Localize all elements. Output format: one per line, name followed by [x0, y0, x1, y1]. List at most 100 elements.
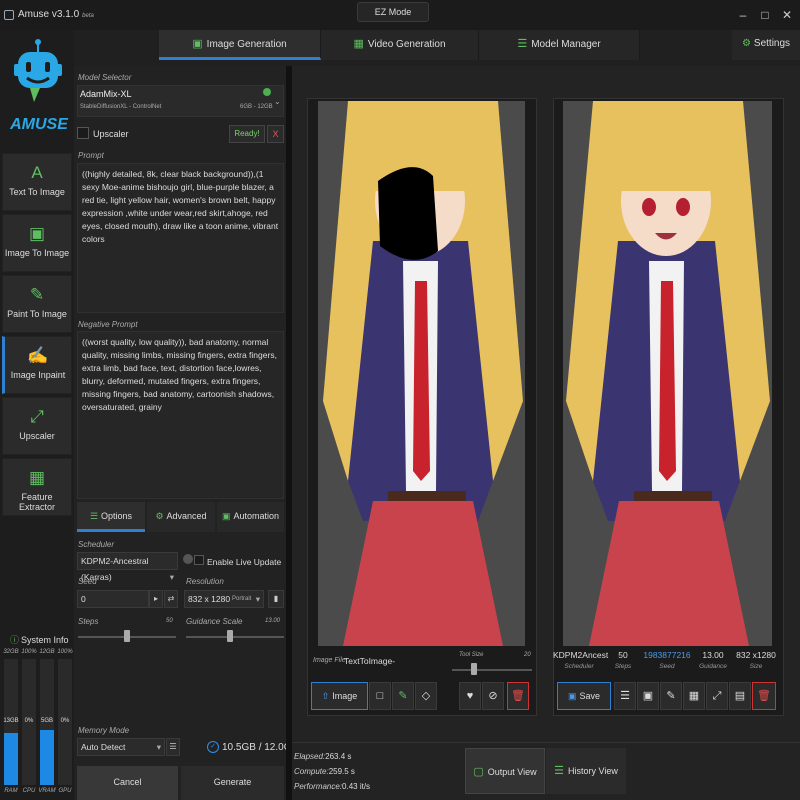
gears-icon: ⚙	[155, 511, 164, 521]
elapsed-stat: Elapsed:263.4 s	[294, 752, 352, 761]
seed-info[interactable]: 1983877216	[641, 650, 693, 660]
memory-mode-select[interactable]: Auto Detect ▾	[77, 738, 165, 756]
image-file-value: TextToImage-	[344, 656, 396, 666]
scheduler-select[interactable]: KDPM2-Ancestral (Karras) ▾	[77, 552, 178, 582]
eraser-icon[interactable]: ◇	[415, 682, 437, 710]
app-icon	[4, 10, 14, 20]
image-to-image-icon[interactable]: ▣	[637, 682, 659, 710]
tab-video-generation[interactable]: ▦ Video Generation	[321, 30, 479, 60]
live-update-checkbox[interactable]	[194, 555, 204, 565]
nav-paint-to-image[interactable]: ✎ Paint To Image	[2, 275, 72, 333]
nav-upscaler[interactable]: ⤢ Upscaler	[2, 397, 72, 455]
prompt-input[interactable]: ((highly detailed, 8k, clear black backg…	[77, 163, 284, 313]
seed-input[interactable]: 0	[77, 590, 149, 608]
list-icon: ☰	[554, 765, 564, 777]
output-image[interactable]	[563, 101, 772, 646]
brush-icon: ✎	[29, 285, 45, 304]
scheduler-label: Scheduler	[78, 540, 115, 549]
logo-text: AMUSE	[10, 116, 68, 133]
tool-size-slider[interactable]	[452, 669, 532, 671]
beta-badge: beta	[82, 13, 94, 19]
gpu-used: 0%	[60, 718, 70, 724]
delete-icon[interactable]: 🗑	[507, 682, 529, 710]
guidance-slider-track[interactable]	[186, 636, 284, 638]
image-file-label: Image File:	[313, 657, 348, 664]
model-selector-label: Model Selector	[78, 73, 132, 82]
tab-model-manager[interactable]: ☰ Model Manager	[479, 30, 640, 60]
anime-girl-masked-illustration	[318, 101, 525, 646]
performance-stat: Performance:0.43 it/s	[294, 782, 371, 791]
ez-mode-button[interactable]: EZ Mode	[357, 2, 429, 22]
upload-icon: ⇧	[321, 691, 330, 701]
nav-image-inpaint[interactable]: ✍ Image Inpaint	[2, 336, 72, 394]
generate-button[interactable]: Generate	[181, 766, 284, 800]
window-title: Amuse v3.1.0 beta	[18, 9, 94, 20]
upscaler-checkbox[interactable]	[77, 127, 89, 139]
guidance-info-label: Guidance	[699, 663, 727, 670]
unload-model-button[interactable]: X	[267, 125, 284, 143]
tab-image-generation[interactable]: ▣ Image Generation	[159, 30, 321, 60]
nav-image-to-image[interactable]: ▣ Image To Image	[2, 214, 72, 272]
cpu-used: 0%	[24, 718, 34, 724]
seed-label: Seed	[78, 577, 97, 586]
robot-icon: ▣	[221, 511, 231, 521]
feature-extract-icon[interactable]: ▤	[729, 682, 751, 710]
save-button[interactable]: ▣ Save	[557, 682, 611, 710]
live-update-label: Enable Live Update	[207, 557, 282, 567]
ram-gauge-fill	[4, 733, 18, 785]
text-icon: A	[31, 163, 43, 182]
input-image[interactable]	[318, 101, 525, 646]
upscaler-label: Upscaler	[93, 129, 129, 139]
delete-output-icon[interactable]: 🗑	[752, 682, 776, 710]
model-status-dot	[263, 88, 271, 96]
tab-options[interactable]: ☰ Options	[77, 502, 145, 532]
compute-stat: Compute:259.5 s	[294, 767, 355, 776]
negative-prompt-input[interactable]: ((worst quality, low quality)), bad anat…	[77, 331, 284, 499]
vram-max: 12GB	[39, 649, 55, 655]
scheduler-info-label: Scheduler	[564, 663, 594, 670]
minimize-icon[interactable]: –	[732, 4, 754, 26]
tool-size-max: 20	[524, 652, 531, 658]
size-info: 832 x1280	[736, 650, 776, 660]
cpu-label: CPU	[22, 788, 36, 794]
tool-size-label: Tool Size	[459, 652, 484, 658]
output-view-button[interactable]: ▢ Output View	[465, 748, 545, 794]
resolution-select[interactable]: 832 x 1280 Portrait ▾	[184, 590, 264, 608]
bottom-divider	[292, 742, 800, 743]
cancel-button[interactable]: Cancel	[77, 766, 178, 800]
heart-icon[interactable]: ♥	[459, 682, 481, 710]
maximize-icon[interactable]: □	[754, 4, 776, 26]
shuffle-icon[interactable]: ⇄	[164, 590, 178, 608]
close-icon[interactable]: ✕	[776, 4, 798, 26]
nav-feature-extractor[interactable]: ▦ Feature Extractor	[2, 458, 72, 516]
crop-icon[interactable]: □	[369, 682, 391, 710]
tab-automation[interactable]: ▣ Automation	[217, 502, 284, 532]
upscale-icon[interactable]: ⤢	[706, 682, 728, 710]
block-icon[interactable]: ⊘	[482, 682, 504, 710]
seed-step-icon[interactable]: ▸	[149, 590, 163, 608]
live-update-toggle[interactable]	[183, 554, 193, 564]
tool-size-handle[interactable]	[471, 663, 477, 675]
tab-advanced[interactable]: ⚙ Advanced	[147, 502, 215, 532]
load-image-button[interactable]: ⇧ Image	[311, 682, 368, 710]
memory-settings-icon[interactable]: ☰	[166, 738, 180, 756]
ready-button[interactable]: Ready!	[229, 125, 265, 143]
steps-label: Steps	[78, 617, 99, 626]
ram-label: RAM	[4, 788, 18, 794]
main-tabs: ▣ Image Generation ▦ Video Generation ☰ Mod…	[159, 30, 640, 60]
pencil-icon[interactable]: ✎	[392, 682, 414, 710]
guidance-value: 13.00	[265, 618, 281, 624]
history-view-button[interactable]: ☰ History View	[546, 748, 626, 794]
edit-icon[interactable]: ✎	[660, 682, 682, 710]
details-icon[interactable]: ☰	[614, 682, 636, 710]
chevron-down-icon[interactable]: ⌄	[274, 97, 281, 106]
settings-button[interactable]: ⚙ Settings	[732, 30, 800, 60]
steps-info: 50	[618, 650, 628, 660]
lock-icon[interactable]: ▮	[268, 590, 284, 608]
guidance-slider-handle[interactable]	[227, 630, 234, 642]
size-info-label: Size	[749, 663, 763, 670]
steps-slider-handle[interactable]	[124, 630, 130, 642]
video-icon[interactable]: ▦	[683, 682, 705, 710]
nav-text-to-image[interactable]: A Text To Image	[2, 153, 72, 211]
elapsed-value: 263.4 s	[325, 752, 352, 761]
